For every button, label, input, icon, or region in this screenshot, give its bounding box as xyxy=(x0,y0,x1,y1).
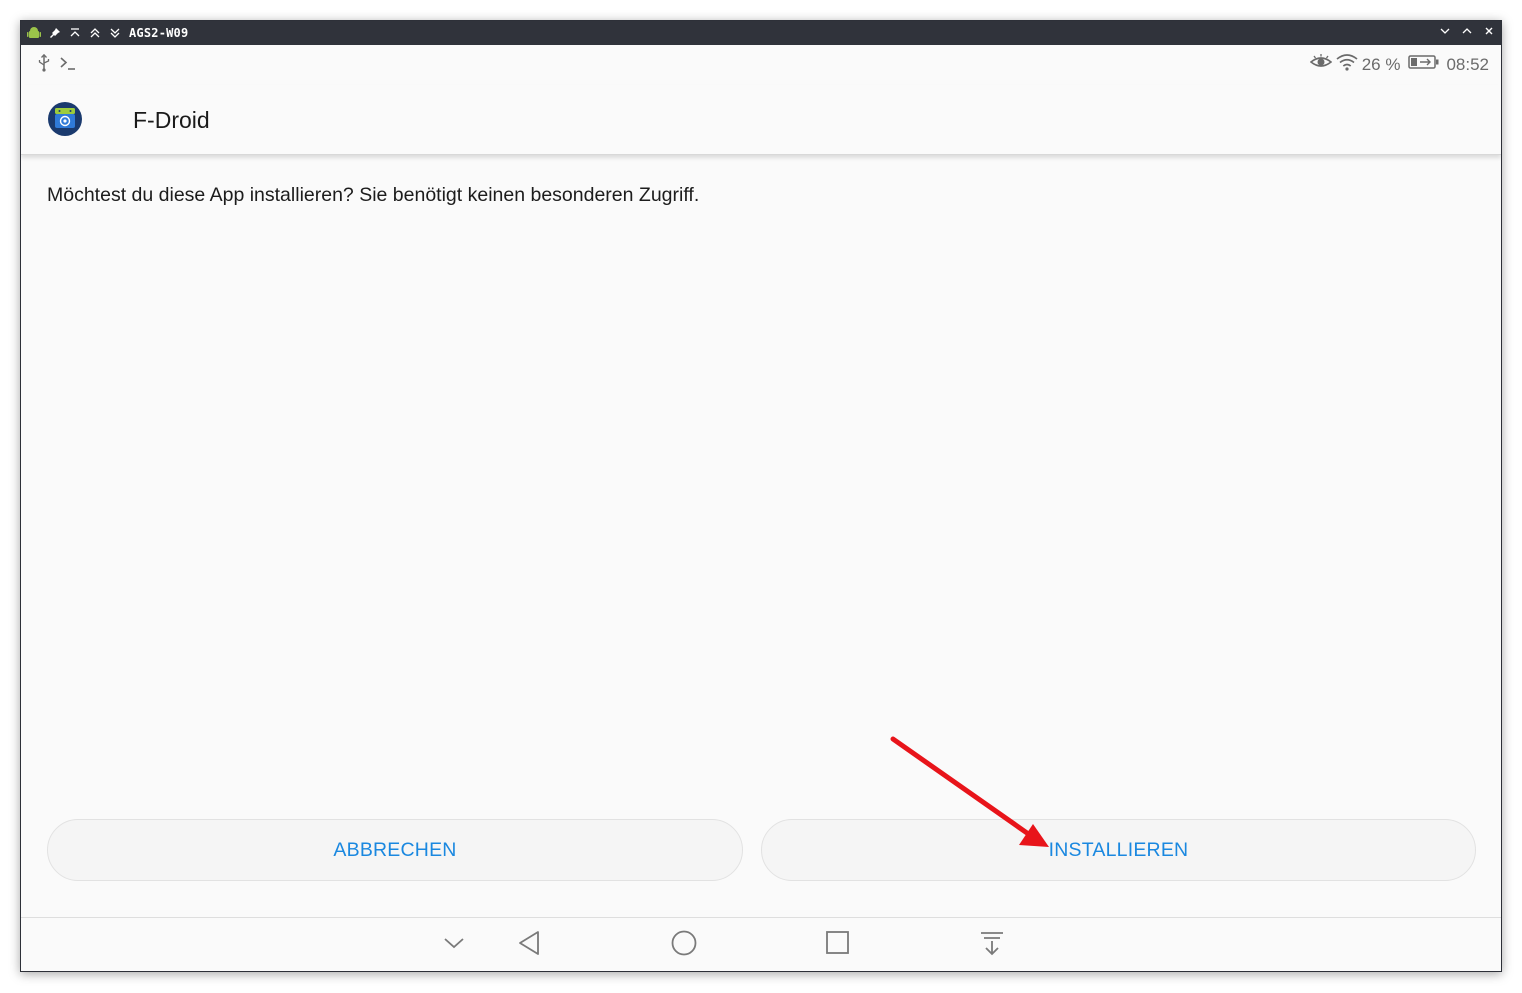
navigation-bar xyxy=(21,918,1501,971)
terminal-icon xyxy=(59,55,77,76)
app-title: F-Droid xyxy=(133,107,210,133)
maximize-chevron-icon[interactable] xyxy=(1461,24,1473,42)
usb-icon xyxy=(37,53,51,77)
wifi-icon xyxy=(1336,53,1358,76)
device-window: AGS2-W09 26 % 08:52 F-Droid Möchtest du … xyxy=(20,20,1502,972)
move-down-icon[interactable] xyxy=(109,27,121,39)
cancel-button[interactable]: ABBRECHEN xyxy=(47,819,743,881)
status-bar: 26 % 08:52 xyxy=(21,45,1501,85)
install-prompt-message: Möchtest du diese App installieren? Sie … xyxy=(47,184,700,206)
window-titlebar: AGS2-W09 xyxy=(21,21,1501,45)
battery-charging-icon xyxy=(1408,54,1440,75)
eye-comfort-icon xyxy=(1309,54,1332,75)
home-icon[interactable] xyxy=(669,928,699,958)
cancel-button-label: ABBRECHEN xyxy=(333,838,457,861)
notification-pull-icon[interactable] xyxy=(977,928,1007,958)
move-top-icon[interactable] xyxy=(69,27,81,39)
install-button-label: INSTALLIEREN xyxy=(1048,838,1189,861)
hide-nav-icon[interactable] xyxy=(439,928,469,958)
pin-icon[interactable] xyxy=(49,27,61,39)
back-icon[interactable] xyxy=(516,928,546,958)
install-button[interactable]: INSTALLIEREN xyxy=(761,819,1476,881)
clock: 08:52 xyxy=(1446,54,1489,74)
minimize-chevron-icon[interactable] xyxy=(1439,24,1451,42)
android-icon xyxy=(27,26,41,40)
recents-icon[interactable] xyxy=(823,928,853,958)
battery-percent: 26 % xyxy=(1361,54,1401,74)
app-bar: F-Droid xyxy=(21,85,1501,155)
f-droid-logo-icon xyxy=(47,101,83,137)
move-up-icon[interactable] xyxy=(89,27,101,39)
window-title: AGS2-W09 xyxy=(129,26,189,40)
close-icon[interactable] xyxy=(1483,24,1495,42)
